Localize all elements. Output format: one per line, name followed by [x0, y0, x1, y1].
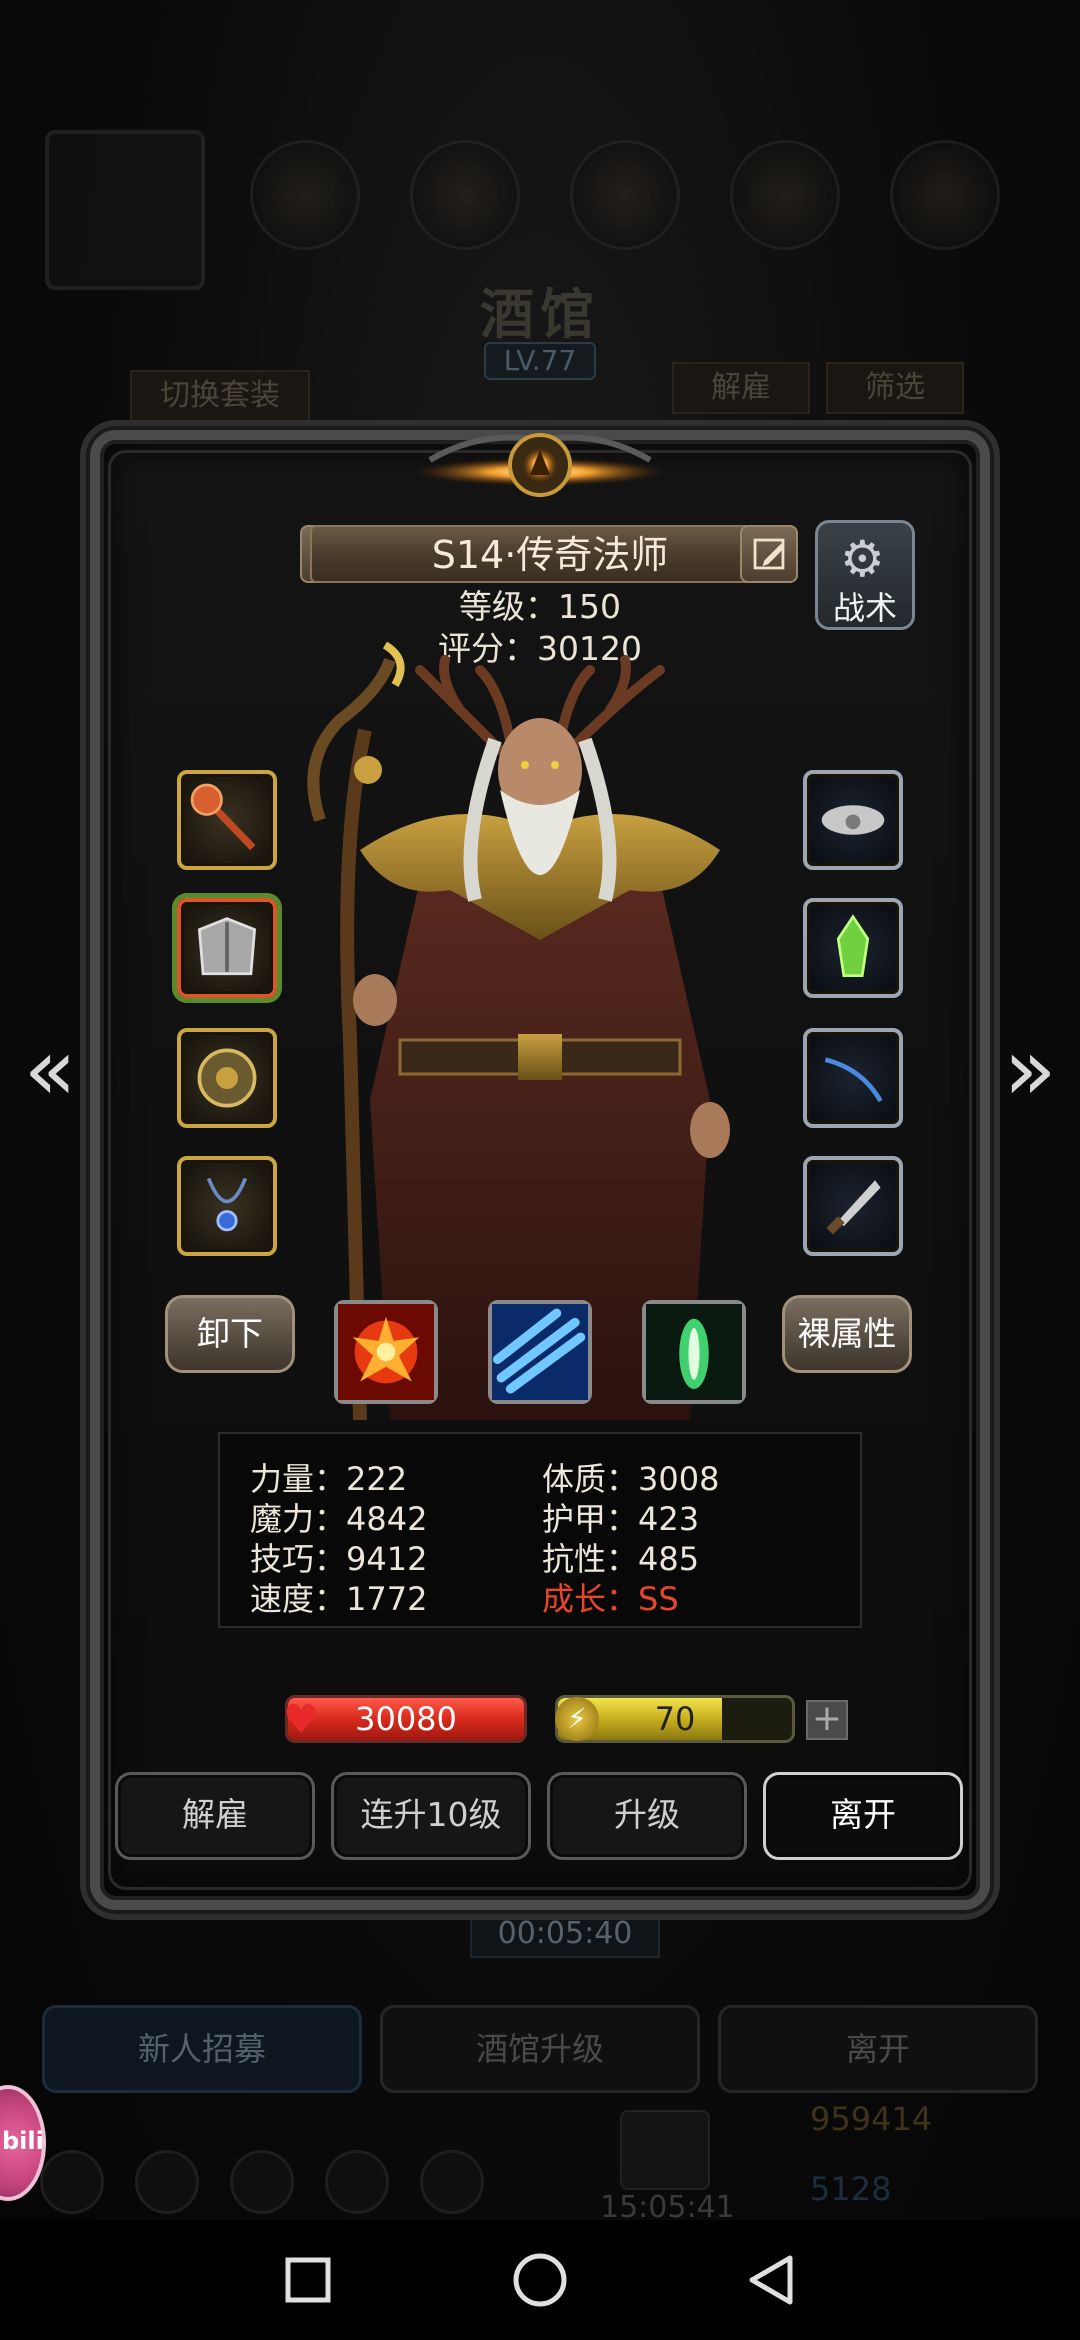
switch-outfit-button: 切换套装 [130, 370, 310, 422]
hero-level: 等级：150 [459, 587, 621, 626]
background-top-bar [40, 130, 1040, 290]
necklace-icon [206, 1177, 248, 1232]
hp-bar: 30080 [285, 1695, 527, 1743]
background-menu-icon [250, 140, 360, 250]
background-leave-button: 离开 [718, 2005, 1038, 2093]
background-bottom-icon [40, 2150, 104, 2214]
gear-icon: ⚙ [840, 530, 885, 588]
dismiss-button[interactable]: 解雇 [115, 1772, 315, 1860]
skill-slot-nature[interactable] [642, 1300, 746, 1404]
prev-hero-arrow-icon[interactable]: « [15, 1020, 85, 1120]
background-menu-icon [730, 140, 840, 250]
background-dismiss-button: 解雇 [672, 362, 810, 414]
circle-icon [513, 2253, 567, 2307]
equip-slot-necklace[interactable] [177, 1156, 277, 1256]
heart-icon: ♥ [283, 1697, 319, 1743]
add-energy-button[interactable]: + [806, 1700, 848, 1740]
ice-slash-icon [492, 1304, 588, 1400]
recruit-button: 新人招募 [42, 2005, 362, 2093]
background-bottom-icon [135, 2150, 199, 2214]
edit-icon [753, 538, 785, 570]
base-attributes-button[interactable]: 裸属性 [782, 1295, 912, 1373]
recruit-timer: 00:05:40 [470, 1910, 660, 1958]
chest-icon [620, 2110, 710, 2190]
cloud-icon [821, 805, 885, 835]
hero-name: S14·传奇法师 [431, 533, 669, 577]
skill-slot-fire[interactable] [334, 1300, 438, 1404]
square-icon [285, 2257, 331, 2303]
home-button[interactable] [500, 2240, 580, 2320]
triangle-back-icon [749, 2255, 793, 2305]
skill-slot-ice[interactable] [488, 1300, 592, 1404]
bili-label: bili [2, 2127, 44, 2155]
system-navigation-bar [0, 2220, 1080, 2340]
fire-burst-icon [338, 1304, 434, 1400]
tavern-level-badge: LV.77 [484, 342, 596, 380]
equip-slot-weapon[interactable] [177, 770, 277, 870]
stats-panel: 力量：222 魔力：4842 技巧：9412 速度：1772 体质：3008 护… [218, 1432, 862, 1628]
stat-growth: 成长：SS [542, 1580, 679, 1618]
green-light-icon [646, 1304, 742, 1400]
background-bottom-icon [325, 2150, 389, 2214]
hero-name-plate: S14·传奇法师 [310, 525, 790, 583]
background-menu-icon [570, 140, 680, 250]
green-crystal-icon [836, 914, 870, 977]
talisman-icon [197, 1048, 257, 1108]
tavern-title: 酒馆 [480, 283, 600, 346]
hp-value: 30080 [355, 1700, 457, 1738]
upgrade-button[interactable]: 升级 [547, 1772, 747, 1860]
lightning-icon: ⚡ [555, 1697, 599, 1741]
dagger-icon [826, 1180, 881, 1235]
background-avatar [45, 130, 205, 290]
background-bottom-icon [230, 2150, 294, 2214]
background-menu-icon [890, 140, 1000, 250]
equip-slot-bow[interactable] [803, 1028, 903, 1128]
equip-slot-gem[interactable] [803, 898, 903, 998]
rename-edit-button[interactable] [740, 525, 798, 583]
equip-slot-armor[interactable] [177, 898, 277, 998]
bow-icon [824, 1057, 883, 1103]
recent-apps-button[interactable] [268, 2240, 348, 2320]
equip-slot-accessory-cloud[interactable] [803, 770, 903, 870]
equip-slot-talisman[interactable] [177, 1028, 277, 1128]
background-filter-button: 筛选 [826, 362, 964, 414]
stat-speed: 速度：1772 [250, 1580, 428, 1618]
background-menu-icon [410, 140, 520, 250]
mace-icon [190, 783, 256, 851]
gem-amount: 5128 [810, 2170, 892, 2208]
level-up-10-button[interactable]: 连升10级 [331, 1772, 531, 1860]
next-hero-arrow-icon[interactable]: » [995, 1020, 1065, 1120]
crest-emblem-icon [415, 433, 665, 497]
equip-slot-dagger[interactable] [803, 1156, 903, 1256]
back-button[interactable] [732, 2240, 812, 2320]
tavern-upgrade-button: 酒馆升级 [380, 2005, 700, 2093]
leave-button[interactable]: 离开 [763, 1772, 963, 1860]
unequip-button[interactable]: 卸下 [165, 1295, 295, 1373]
background-bottom-icon [420, 2150, 484, 2214]
gold-amount: 959414 [810, 2100, 933, 2138]
armor-icon [197, 917, 257, 976]
